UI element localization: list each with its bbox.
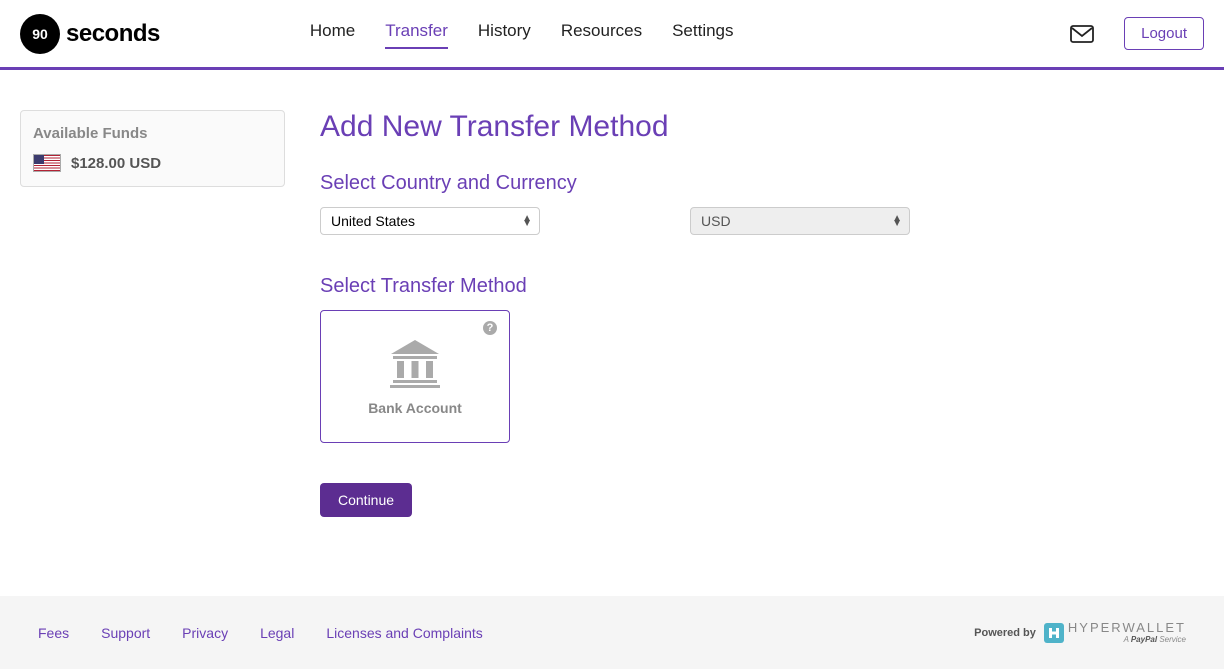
brand-logo: 90 seconds	[20, 14, 160, 54]
help-icon[interactable]: ?	[483, 321, 497, 335]
nav-resources[interactable]: Resources	[561, 21, 642, 47]
us-flag-icon	[33, 154, 61, 172]
powered-by: Powered by	[974, 627, 1036, 639]
currency-select[interactable]: USD	[690, 207, 910, 235]
hyperwallet-icon	[1044, 623, 1064, 643]
nav-history[interactable]: History	[478, 21, 531, 47]
funds-amount: $128.00 USD	[71, 155, 161, 172]
nav-home[interactable]: Home	[310, 21, 355, 47]
country-select-wrap: United States ▲▼	[320, 207, 540, 235]
header-right: Logout	[1070, 17, 1204, 50]
footer-legal[interactable]: Legal	[260, 625, 294, 641]
logout-button[interactable]: Logout	[1124, 17, 1204, 50]
currency-select-wrap: USD ▲▼	[690, 207, 910, 235]
footer-licenses[interactable]: Licenses and Complaints	[326, 625, 482, 641]
sidebar: Available Funds $128.00 USD	[20, 110, 285, 598]
main-nav: Home Transfer History Resources Settings	[310, 21, 734, 47]
paypal-service: A PayPal Service	[1068, 636, 1186, 644]
footer-privacy[interactable]: Privacy	[182, 625, 228, 641]
content: Available Funds $128.00 USD Add New Tran…	[0, 70, 1224, 598]
nav-settings[interactable]: Settings	[672, 21, 733, 47]
footer-links: Fees Support Privacy Legal Licenses and …	[38, 625, 483, 641]
bank-account-card[interactable]: ? Bank Account	[320, 310, 510, 443]
nav-transfer[interactable]: Transfer	[385, 21, 448, 47]
bank-icon	[387, 338, 443, 388]
hyperwallet-logo: HYPERWALLET A PayPal Service	[1044, 621, 1186, 644]
mail-icon[interactable]	[1070, 25, 1094, 43]
footer-fees[interactable]: Fees	[38, 625, 69, 641]
logo-text: seconds	[66, 20, 160, 48]
footer-support[interactable]: Support	[101, 625, 150, 641]
method-label: Bank Account	[368, 400, 462, 416]
section-transfer-method: Select Transfer Method	[320, 275, 1204, 298]
header: 90 seconds Home Transfer History Resourc…	[0, 0, 1224, 70]
available-funds-box: Available Funds $128.00 USD	[20, 110, 285, 187]
logo-badge: 90	[20, 14, 60, 54]
country-select[interactable]: United States	[320, 207, 540, 235]
selects-row: United States ▲▼ USD ▲▼	[320, 207, 1204, 235]
continue-button[interactable]: Continue	[320, 483, 412, 517]
section-country-currency: Select Country and Currency	[320, 172, 1204, 195]
footer: Fees Support Privacy Legal Licenses and …	[0, 596, 1224, 669]
hyperwallet-text: HYPERWALLET A PayPal Service	[1068, 621, 1186, 644]
available-funds-title: Available Funds	[33, 125, 272, 142]
footer-right: Powered by HYPERWALLET A PayPal Service	[974, 621, 1186, 644]
funds-row: $128.00 USD	[33, 154, 272, 172]
page-title: Add New Transfer Method	[320, 110, 1204, 144]
main: Add New Transfer Method Select Country a…	[320, 110, 1204, 598]
hyperwallet-name: HYPERWALLET	[1068, 621, 1186, 634]
